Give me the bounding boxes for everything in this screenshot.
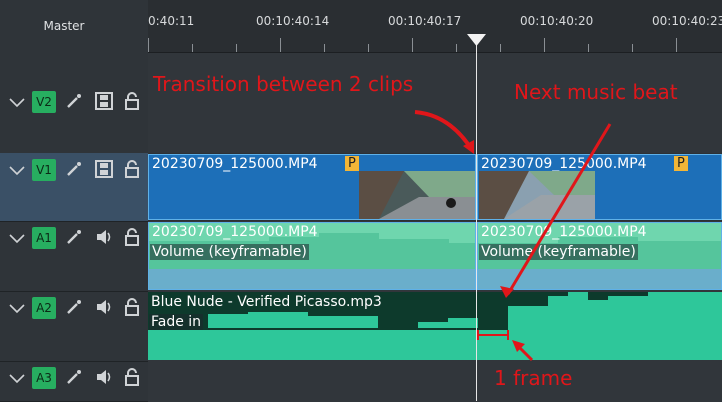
annotation-arrows: [414, 110, 612, 362]
